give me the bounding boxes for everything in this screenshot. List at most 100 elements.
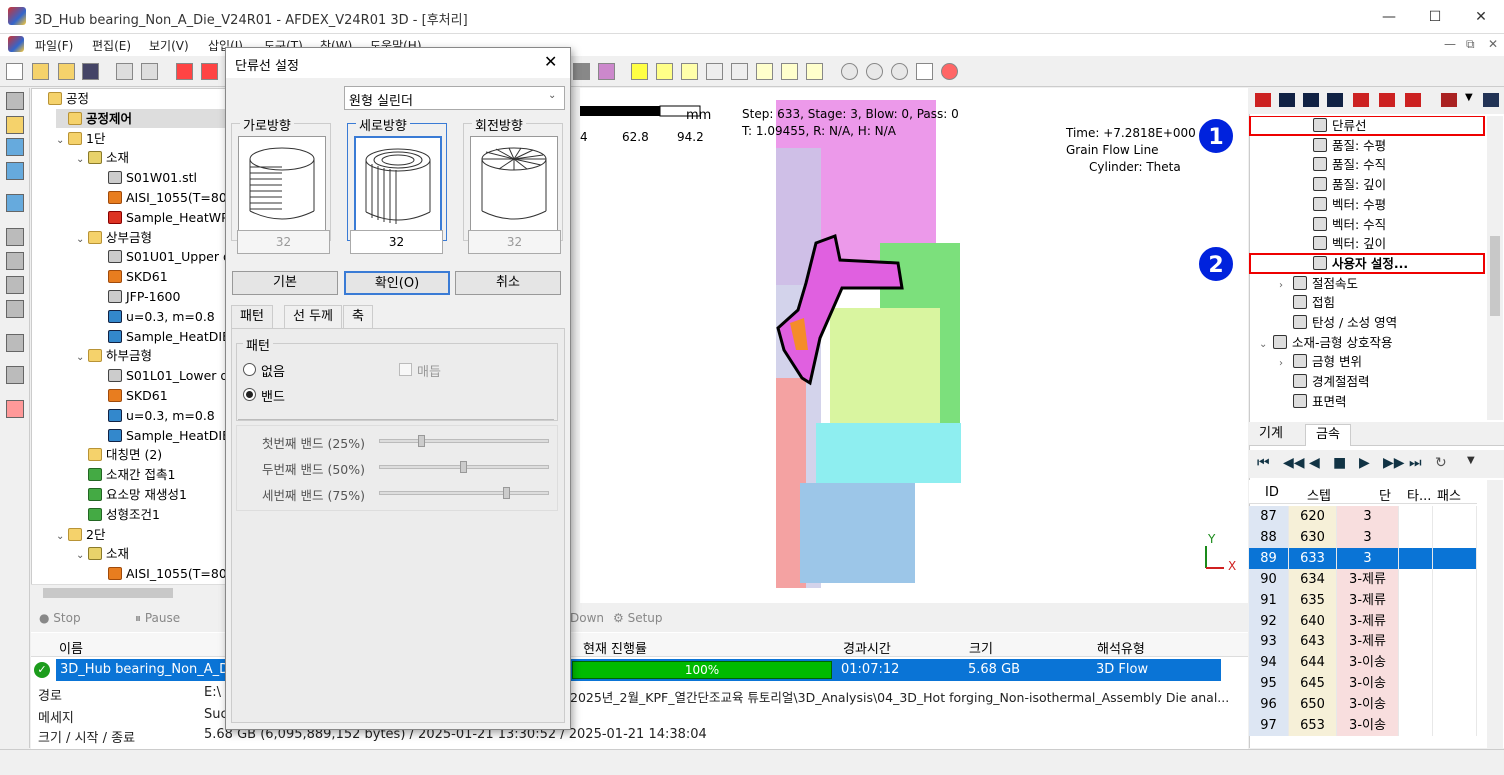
expand-caret-icon[interactable]: ⌄ — [76, 230, 88, 249]
next-frame-icon[interactable]: ▶▶ — [1383, 455, 1405, 471]
expand-caret-icon[interactable]: ⌄ — [76, 348, 88, 367]
tree-item[interactable]: AISI_1055(T=800- — [96, 188, 226, 207]
tree-item[interactable]: Sample_HeatDIES — [96, 426, 226, 445]
cube-yellow3-icon[interactable] — [681, 63, 698, 80]
tree-item[interactable]: ⌄ 1단 — [56, 129, 105, 148]
col-other[interactable]: 타... — [1407, 485, 1431, 504]
radio-band[interactable] — [243, 388, 256, 401]
cube-red-icon[interactable] — [176, 63, 193, 80]
col-progress[interactable]: 현재 진행률 — [583, 638, 647, 657]
step-row[interactable]: 92 640 3-제류 — [1249, 610, 1477, 632]
result-tree-item[interactable]: 품질: 깊이 — [1299, 175, 1386, 195]
result-tool-dropdown-icon[interactable]: ▼ — [1465, 92, 1473, 103]
tree-item[interactable]: SKD61 — [96, 386, 168, 405]
down-button[interactable]: Down — [570, 611, 604, 625]
pen-icon[interactable] — [6, 366, 24, 384]
forward-icon[interactable] — [141, 63, 158, 80]
tree-scroll-thumb[interactable] — [43, 588, 173, 598]
col-size[interactable]: 크기 — [969, 638, 993, 657]
result-tree-item[interactable]: 벡터: 수평 — [1299, 195, 1386, 215]
cube-wire-icon[interactable] — [706, 63, 723, 80]
tree-item[interactable]: ⌄ 2단 — [56, 525, 105, 544]
result-tool-6-icon[interactable] — [1379, 93, 1395, 107]
tree-hscrollbar[interactable] — [31, 584, 227, 600]
col-id[interactable]: ID — [1265, 485, 1279, 500]
step-row[interactable]: 89 633 3 — [1249, 547, 1477, 569]
col-pass[interactable]: 패스 — [1437, 485, 1461, 504]
stop-play-icon[interactable]: ■ — [1333, 455, 1346, 471]
smooth-checkbox[interactable] — [399, 363, 412, 376]
nodes-icon[interactable] — [6, 252, 24, 270]
step-row[interactable]: 95 645 3-이송 — [1249, 673, 1477, 695]
zoom-fit-icon[interactable] — [891, 63, 908, 80]
tab-metal[interactable]: 금속 — [1305, 424, 1351, 446]
tree-item[interactable]: u=0.3, m=0.8 — [96, 307, 215, 326]
mdi-close-icon[interactable]: ✕ — [1488, 37, 1498, 51]
result-tool-7-icon[interactable] — [1405, 93, 1421, 107]
step-row[interactable]: 91 635 3-제류 — [1249, 589, 1477, 611]
zoom-out-icon[interactable] — [841, 63, 858, 80]
expand-caret-icon[interactable]: ⌄ — [1259, 335, 1273, 355]
result-tool-3-icon[interactable] — [1303, 93, 1319, 107]
tree-item[interactable]: Sample_HeatDIES — [96, 327, 226, 346]
tree-item[interactable]: S01L01_Lower die — [96, 366, 226, 385]
cube-shade-icon[interactable] — [756, 63, 773, 80]
monitor2-icon[interactable] — [6, 162, 24, 180]
step-row[interactable]: 87 620 3 — [1249, 506, 1477, 527]
default-button[interactable]: 기본 — [232, 271, 338, 295]
pan-hand-icon[interactable] — [916, 63, 933, 80]
horizontal-preview[interactable] — [238, 136, 326, 232]
result-tool-2-icon[interactable] — [1279, 93, 1295, 107]
prev-frame-icon[interactable]: ◀◀ — [1283, 455, 1305, 471]
minimize-button[interactable]: — — [1366, 0, 1412, 34]
tree-item[interactable]: JFP-1600 — [96, 287, 180, 306]
rotate-icon[interactable] — [781, 63, 798, 80]
first-step-icon[interactable]: ⏮ — [1257, 455, 1270, 471]
camera-icon[interactable] — [573, 63, 590, 80]
box-icon[interactable] — [6, 276, 24, 294]
refresh-icon[interactable]: ↻ — [1435, 455, 1447, 471]
tree-item[interactable]: 성형조건1 — [76, 505, 160, 524]
close-window-button[interactable]: ✕ — [1458, 0, 1504, 34]
stop-button[interactable]: ● Stop — [39, 611, 81, 625]
expand-caret-icon[interactable]: ⌄ — [76, 546, 88, 565]
dialog-close-icon[interactable]: ✕ — [544, 52, 557, 71]
rotation-count[interactable]: 32 — [468, 230, 561, 254]
new-icon[interactable] — [6, 63, 23, 80]
last-step-icon[interactable]: ⏭ — [1409, 455, 1422, 471]
vertical-preview[interactable] — [354, 136, 442, 232]
back-icon[interactable] — [116, 63, 133, 80]
ok-button[interactable]: 확인(O) — [344, 271, 450, 295]
playback-dropdown-icon[interactable]: ▼ — [1467, 455, 1475, 466]
step-row[interactable]: 93 643 3-제류 — [1249, 631, 1477, 653]
tree-item[interactable]: ⌄ 하부금형 — [76, 346, 152, 365]
result-tree-item[interactable]: 표면력 — [1279, 392, 1347, 412]
cube-wire2-icon[interactable] — [731, 63, 748, 80]
result-tool-5-icon[interactable] — [1353, 93, 1369, 107]
monitor-icon[interactable] — [6, 138, 24, 156]
result-tool-1-icon[interactable] — [1255, 93, 1271, 107]
step-row[interactable]: 97 653 3-이송 — [1249, 715, 1477, 736]
expand-caret-icon[interactable]: ⌄ — [56, 131, 68, 150]
mdi-restore-icon[interactable]: ⧉ — [1466, 37, 1475, 52]
press-tool-icon[interactable] — [6, 300, 24, 318]
tab-machine[interactable]: 기계 — [1249, 424, 1293, 446]
shape-select[interactable]: 원형 실린더 ⌄ — [344, 86, 565, 110]
display-icon[interactable] — [6, 194, 24, 212]
cancel-button[interactable]: 취소 — [455, 271, 561, 295]
tree-item[interactable]: ⌄ 소재 — [76, 148, 129, 167]
open-icon[interactable] — [32, 63, 49, 80]
tree-item[interactable]: ⌄ 소재 — [76, 544, 129, 563]
cube-yellow2-icon[interactable] — [656, 63, 673, 80]
vertical-count[interactable]: 32 — [350, 230, 443, 254]
result-tree-item[interactable]: 경계절점력 — [1279, 372, 1370, 392]
play-icon[interactable]: ▶ — [1359, 455, 1370, 471]
tab-axis[interactable]: 축 — [343, 305, 373, 329]
grid-icon[interactable] — [6, 228, 24, 246]
tree-item[interactable]: 공정 — [36, 89, 89, 108]
col-step[interactable]: 스텝 — [1307, 485, 1331, 504]
result-tree-item[interactable]: 탄성 / 소성 영역 — [1279, 313, 1397, 333]
maximize-button[interactable]: ☐ — [1412, 0, 1458, 34]
col-stage[interactable]: 단 — [1379, 485, 1391, 504]
layers-icon[interactable] — [806, 63, 823, 80]
